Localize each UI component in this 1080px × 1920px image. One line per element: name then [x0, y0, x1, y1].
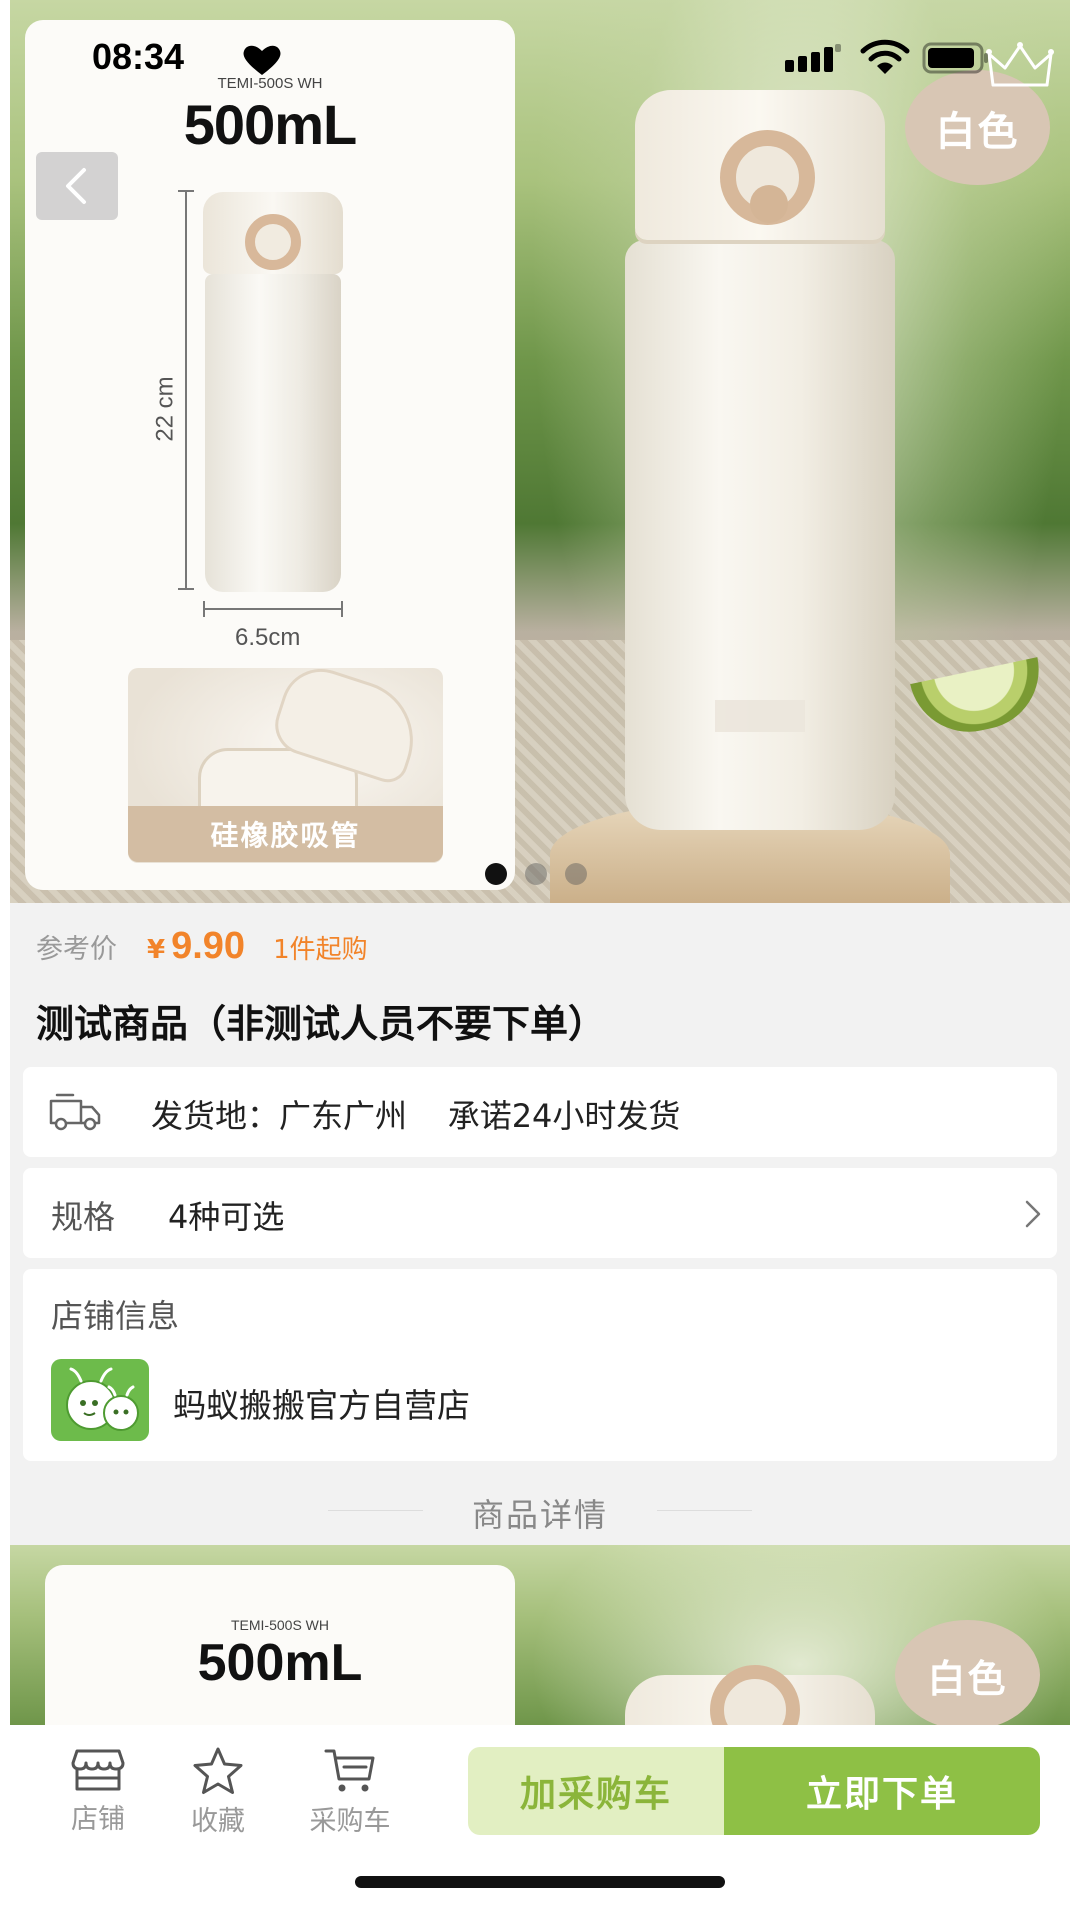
detail-size-card: TEMI-500S WH 500mL — [45, 1565, 515, 1725]
straw-label: 硅橡胶吸管 — [128, 806, 443, 862]
truck-icon — [49, 1093, 101, 1131]
size-info-card: TEMI-500S WH 500mL 22 cm 6.5cm 硅橡胶吸管 — [25, 20, 515, 890]
detail-volume-label: 500mL — [197, 1634, 363, 1692]
carousel-indicator — [485, 863, 587, 885]
status-time: 08:34 — [92, 36, 185, 77]
cart-icon — [324, 1749, 375, 1792]
thermos-bottle-image — [625, 90, 895, 830]
favorite-nav-label: 收藏 — [191, 1806, 245, 1837]
spec-label: 规格 — [51, 1198, 116, 1236]
detail-color-badge: 白色 — [895, 1620, 1040, 1725]
currency-symbol: ¥ — [147, 935, 166, 965]
store-nav-label: 店铺 — [71, 1804, 125, 1835]
ant-logo-icon — [66, 1367, 139, 1431]
width-dimension-label: 6.5cm — [235, 624, 301, 651]
minimum-order: 1件起购 — [273, 935, 368, 965]
home-indicator — [355, 1876, 725, 1888]
star-icon — [193, 1747, 243, 1794]
store-icon — [71, 1749, 125, 1791]
price-value: 9.90 — [171, 925, 246, 967]
product-image-carousel[interactable]: 白色 TEMI-500S WH 500mL 22 cm 6.5cm 硅橡胶吸管 — [10, 0, 1070, 903]
chevron-left-icon — [66, 168, 86, 204]
spec-selector[interactable]: 规格 4种可选 — [23, 1168, 1057, 1258]
heart-icon — [243, 45, 281, 75]
purchase-cart-nav-label: 采购车 — [309, 1806, 391, 1837]
app-screen: 白色 TEMI-500S WH 500mL 22 cm 6.5cm 硅橡胶吸管 — [10, 0, 1070, 1920]
carousel-dot-2[interactable] — [525, 863, 547, 885]
spec-value: 4种可选 — [168, 1198, 285, 1236]
shipping-info-card: 发货地：广东广州 承诺24小时发货 — [23, 1067, 1057, 1157]
battery-icon — [922, 42, 988, 74]
width-dimension-line — [203, 601, 343, 617]
height-dimension-label: 22 cm — [151, 376, 179, 442]
product-title: 测试商品（非测试人员不要下单） — [36, 1002, 607, 1046]
favorite-nav-button[interactable]: 收藏 — [158, 1747, 278, 1847]
wifi-icon — [860, 39, 910, 74]
volume-label: 500mL — [183, 93, 357, 156]
buy-now-button[interactable]: 立即下单 — [724, 1747, 1040, 1835]
store-logo — [51, 1359, 149, 1441]
store-name: 蚂蚁搬搬官方自营店 — [173, 1386, 470, 1425]
height-dimension-line — [178, 190, 194, 590]
back-button[interactable] — [36, 152, 118, 220]
carousel-dot-3[interactable] — [565, 863, 587, 885]
bottom-action-bar: 店铺 收藏 采购车 加采购车 立即下单 — [10, 1725, 1070, 1920]
signal-icon — [785, 44, 841, 72]
purchase-cart-nav-button[interactable]: 采购车 — [280, 1747, 420, 1847]
bottle-diagram — [203, 192, 343, 592]
details-divider: 商品详情 — [10, 1490, 1070, 1534]
details-heading: 商品详情 — [471, 1496, 608, 1534]
detail-image: TEMI-500S WH 500mL 白色 — [10, 1545, 1070, 1725]
shipping-text: 发货地：广东广州 承诺24小时发货 — [151, 1097, 681, 1135]
detail-model-number: TEMI-500S WH — [230, 1617, 329, 1633]
store-info-card[interactable]: 店铺信息 蚂蚁搬搬官方自营店 — [23, 1269, 1057, 1461]
chevron-right-icon — [1025, 1200, 1041, 1228]
price-label: 参考价 — [36, 934, 117, 965]
store-heading: 店铺信息 — [51, 1297, 180, 1335]
crown-icon — [986, 42, 1054, 87]
store-nav-button[interactable]: 店铺 — [38, 1747, 158, 1847]
carousel-dot-1[interactable] — [485, 863, 507, 885]
price-row: 参考价 ¥ 9.90 1件起购 — [36, 925, 368, 967]
add-to-cart-button[interactable]: 加采购车 — [468, 1747, 724, 1835]
